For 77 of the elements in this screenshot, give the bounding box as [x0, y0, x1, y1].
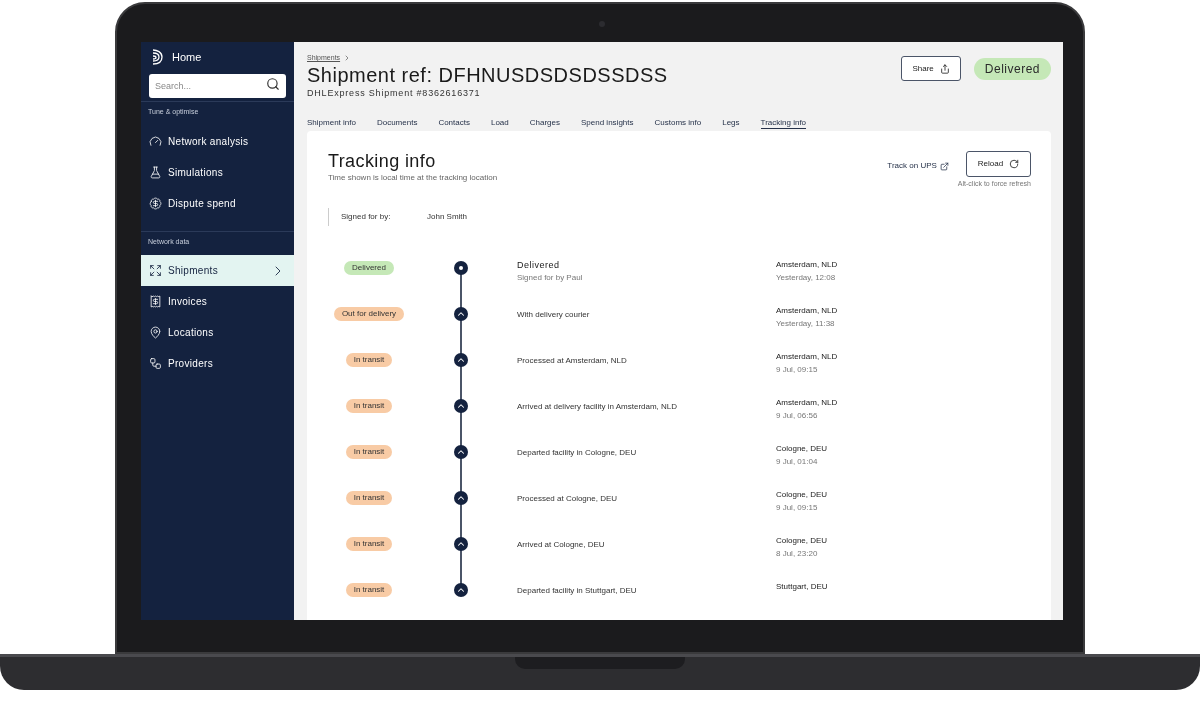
event-title: Departed facility in Cologne, DEU [517, 446, 638, 459]
event-title: Departed facility in Stuttgart, DEU [517, 584, 638, 597]
nav-item[interactable]: Providers [141, 348, 294, 379]
nav-item[interactable]: Simulations [141, 156, 294, 188]
page-title: Shipment ref: DFHNUSDSDSDSSDSS [307, 63, 669, 86]
timeline-chevron-icon [454, 444, 468, 459]
search-field[interactable]: Search... [149, 74, 286, 98]
event-detail: Signed for by Paul [517, 272, 584, 284]
event-time: 9 Jul, 06:56 [776, 409, 819, 422]
status-badge: Delivered [973, 58, 1051, 80]
event-time: 8 Jul, 23:20 [776, 547, 819, 560]
tab[interactable]: Customs info [654, 117, 702, 129]
event-title: Processed at Cologne, DEU [517, 492, 619, 505]
event-title: Arrived at Cologne, DEU [517, 538, 606, 551]
event-time: 9 Jul, 09:15 [776, 501, 819, 514]
event-location: Cologne, DEU [776, 442, 828, 455]
tab[interactable]: Contacts [438, 117, 470, 129]
event-title: Delivered [517, 258, 561, 272]
timeline-chevron-icon [454, 582, 468, 597]
event-time: 9 Jul, 09:15 [776, 363, 819, 376]
nav-item[interactable]: Shipments [141, 255, 294, 286]
timeline-chevron-icon [454, 536, 468, 551]
tab[interactable]: Spend insights [581, 117, 634, 129]
nav-item[interactable]: Dispute spend [141, 187, 294, 219]
share-button[interactable]: Share [901, 56, 961, 81]
event-title: Processed at Amsterdam, NLD [517, 354, 628, 367]
external-link-icon [939, 161, 949, 171]
status-badge: In transit [345, 536, 393, 551]
status-badge: In transit [345, 444, 393, 459]
nav-item[interactable]: Network analysis [141, 125, 294, 157]
status-badge: In transit [345, 490, 393, 505]
gauge-icon [149, 134, 162, 148]
logo-icon [150, 48, 166, 66]
tab[interactable]: Documents [376, 117, 418, 129]
tab[interactable]: Charges [529, 117, 560, 129]
event-location: Amsterdam, NLD [776, 258, 838, 271]
page-subtitle: DHLExpress Shipment #8362616371 [307, 86, 482, 100]
card-title: Tracking info [328, 151, 437, 171]
track-link[interactable]: Track on UPS [887, 160, 949, 172]
event-time: Yesterday, 11:38 [776, 317, 836, 330]
status-badge: Delivered [344, 260, 394, 275]
event-location: Stuttgart, DEU [776, 580, 828, 593]
event-location: Amsterdam, NLD [776, 304, 838, 317]
tab[interactable]: Tracking info [760, 117, 807, 129]
reload-button[interactable]: Reload [966, 151, 1031, 177]
status-badge: In transit [345, 398, 393, 413]
tab[interactable]: Shipment info [307, 117, 356, 129]
signed-for-label: Signed for by: [341, 210, 392, 223]
event-location: Cologne, DEU [776, 534, 828, 547]
flask-icon [149, 165, 162, 179]
search-icon [266, 77, 280, 91]
tab[interactable]: Legs [722, 117, 740, 129]
event-location: Amsterdam, NLD [776, 350, 838, 363]
timeline-chevron-icon [454, 306, 468, 321]
event-location: Cologne, DEU [776, 488, 828, 501]
home-link[interactable]: Home [172, 48, 202, 66]
share-icon [939, 63, 950, 74]
tab[interactable]: Load [490, 117, 509, 129]
event-title: With delivery courier [517, 308, 591, 321]
map-pin-icon [149, 326, 162, 339]
reload-icon [1009, 159, 1020, 169]
nav-item[interactable]: Locations [141, 317, 294, 348]
event-title: Arrived at delivery facility in Amsterdam, NLD [517, 400, 679, 413]
expand-arrows-icon [149, 264, 162, 277]
card-subtitle: Time shown is local time at the tracking location [328, 172, 499, 184]
timeline-chevron-icon [454, 352, 468, 367]
timeline-chevron-icon [454, 398, 468, 413]
status-badge: Out for delivery [333, 306, 405, 321]
nodes-icon [149, 357, 162, 370]
signed-for-value: John Smith [427, 210, 468, 223]
status-badge: In transit [345, 352, 393, 367]
timeline-chevron-icon [454, 490, 468, 505]
nav-item[interactable]: Invoices [141, 286, 294, 317]
event-location: Amsterdam, NLD [776, 396, 838, 409]
status-badge: In transit [345, 582, 393, 597]
event-time: Yesterday, 12:08 [776, 271, 837, 284]
event-time: 9 Jul, 01:04 [776, 455, 819, 468]
